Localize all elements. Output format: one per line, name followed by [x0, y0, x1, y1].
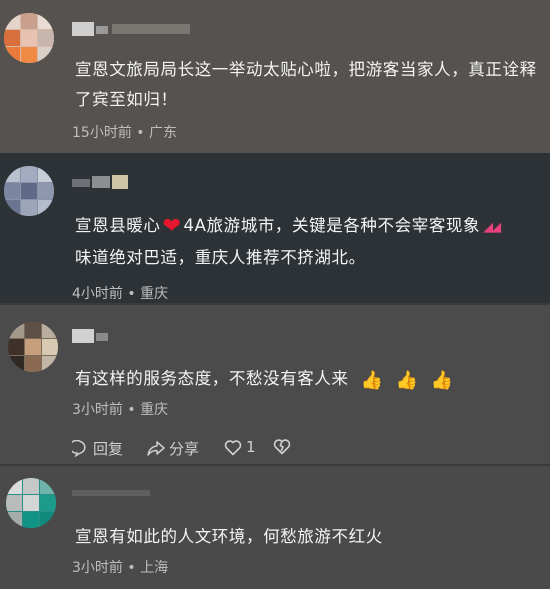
like-button[interactable]: 1 [224, 438, 256, 456]
like-count: 1 [246, 438, 256, 456]
location: 重庆 [140, 402, 169, 418]
thumbs-up-icon: 👍 [430, 370, 454, 391]
comment-text-line-2: 味道绝对巴适，重庆人推荐不挤湖北。 [75, 248, 366, 267]
meta-dot: • [127, 286, 136, 302]
meta-dot: • [127, 560, 136, 576]
reply-label: 回复 [93, 440, 124, 458]
share-button[interactable]: 分享 [147, 438, 199, 459]
location: 上海 [140, 560, 169, 576]
comment-text-body: 有这样的服务态度，不愁没有客人来 [75, 369, 349, 388]
comment-meta: 3小时前 • 上海 [72, 557, 168, 577]
broken-heart-icon [273, 439, 291, 455]
comment-meta: 15小时前 • 广东 [72, 122, 177, 142]
share-icon [147, 441, 165, 456]
timestamp: 3小时前 [72, 560, 123, 576]
username-blurred[interactable] [72, 20, 190, 38]
location: 重庆 [140, 286, 169, 302]
thumbs-up-icon: 👍 [360, 370, 384, 391]
comment-text-part-2: 4A旅游城市，关键是各种不会宰客现象 [183, 216, 481, 235]
comment-text: 宣恩有如此的人文环境，何愁旅游不红火 [75, 527, 383, 546]
timestamp: 15小时前 [72, 125, 132, 141]
comment-meta: 3小时前 • 重庆 [72, 399, 168, 419]
avatar[interactable] [6, 478, 56, 528]
heart-icon: ❤ [162, 214, 182, 239]
timestamp: 4小时前 [72, 286, 123, 302]
meta-dot: • [127, 402, 136, 418]
dislike-button[interactable] [273, 438, 295, 455]
comment-meta: 4小时前 • 重庆 [72, 283, 168, 303]
comment-card-2: 宣恩县暖心❤ 4A旅游城市，关键是各种不会宰客现象 ◢◢ 味道绝对巴适，重庆人推荐不… [0, 153, 550, 305]
heart-outline-icon [224, 439, 242, 455]
avatar[interactable] [4, 13, 54, 63]
fire-icon: ◢◢ [483, 220, 501, 235]
comment-text: 宣恩文旅局局长这一举动太贴心啦，把游客当家人，真正诠释了宾至如归！ [75, 60, 537, 109]
timestamp: 3小时前 [72, 402, 123, 418]
comment-card-1: 宣恩文旅局局长这一举动太贴心啦，把游客当家人，真正诠释了宾至如归！ 15小时前 … [0, 0, 550, 153]
thumbs-up-icon: 👍 [395, 370, 419, 391]
username-blurred[interactable] [72, 484, 152, 502]
share-label: 分享 [169, 440, 200, 458]
username-blurred[interactable] [72, 327, 112, 345]
location: 广东 [149, 125, 177, 141]
username-blurred[interactable] [72, 173, 132, 191]
meta-dot: • [136, 125, 145, 141]
comment-card-3: 有这样的服务态度，不愁没有客人来 👍 👍 👍 3小时前 • 重庆 回复 分享 1 [0, 305, 550, 466]
reply-button[interactable]: 回复 [72, 438, 123, 459]
avatar[interactable] [4, 166, 54, 216]
comment-text: 有这样的服务态度，不愁没有客人来 👍 👍 👍 [75, 364, 543, 396]
comment-text-part-1: 宣恩县暖心 [75, 216, 161, 235]
reply-icon [72, 440, 86, 457]
comment-text: 宣恩县暖心❤ 4A旅游城市，关键是各种不会宰客现象 ◢◢ 味道绝对巴适，重庆人推荐不… [75, 211, 543, 273]
comment-card-4: 宣恩有如此的人文环境，何愁旅游不红火 3小时前 • 上海 [0, 466, 550, 589]
avatar[interactable] [8, 322, 58, 372]
